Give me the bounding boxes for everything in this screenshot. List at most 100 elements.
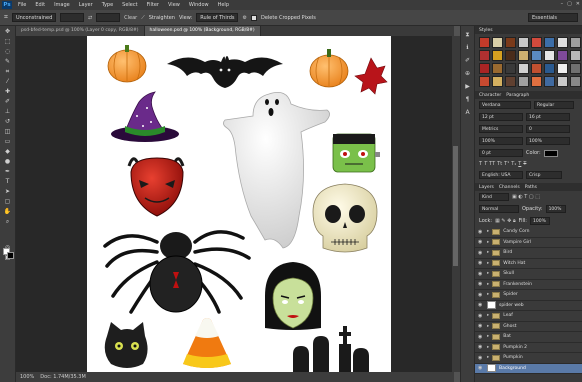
visibility-eye-icon[interactable]: ◉: [478, 323, 484, 329]
lock-icons[interactable]: ▦ ✎ ✥ 🔒︎: [495, 218, 516, 224]
visibility-eye-icon[interactable]: ◉: [478, 355, 484, 361]
lasso-tool-icon[interactable]: ◌: [3, 48, 13, 56]
kerning-field[interactable]: Metrics: [479, 125, 523, 133]
menu-image[interactable]: Image: [54, 2, 70, 8]
layers-tab[interactable]: Layers: [479, 185, 494, 190]
gear-icon[interactable]: ⚙: [242, 15, 246, 21]
crop-tool-icon[interactable]: ⌗: [3, 68, 13, 76]
style-swatch[interactable]: [557, 50, 568, 61]
layer-row[interactable]: ◉ Background: [475, 363, 582, 374]
type-tool-icon[interactable]: T: [3, 178, 13, 186]
style-swatch[interactable]: [479, 63, 490, 74]
eyedropper-tool-icon[interactable]: ⁄: [3, 78, 13, 86]
dodge-tool-icon[interactable]: ●: [3, 158, 13, 166]
layer-row[interactable]: ◉ spider web: [475, 301, 582, 311]
superscript-icon[interactable]: T¹: [504, 161, 509, 167]
underline-icon[interactable]: T: [518, 161, 521, 167]
properties-icon[interactable]: ℹ: [463, 43, 472, 52]
clear-button[interactable]: Clear: [124, 15, 137, 21]
crop-tool-icon[interactable]: ⌗: [4, 13, 8, 22]
blur-tool-icon[interactable]: ◆: [3, 148, 13, 156]
vertical-scale-field[interactable]: 100%: [479, 137, 523, 145]
eraser-tool-icon[interactable]: ◫: [3, 128, 13, 136]
expand-arrow-icon[interactable]: ▸: [487, 334, 489, 339]
menu-type[interactable]: Type: [102, 2, 113, 8]
move-tool-icon[interactable]: ✥: [3, 28, 13, 36]
workspace-select[interactable]: Essentials: [528, 13, 578, 22]
shape-tool-icon[interactable]: ▢: [3, 198, 13, 206]
layer-row[interactable]: ◉ ▸ Witch Hat: [475, 259, 582, 269]
visibility-eye-icon[interactable]: ◉: [478, 281, 484, 287]
crop-width-field[interactable]: [59, 13, 84, 22]
history-brush-icon[interactable]: ↺: [3, 118, 13, 126]
expand-arrow-icon[interactable]: ▸: [487, 271, 489, 276]
history-icon[interactable]: ⧗: [463, 30, 472, 39]
menu-filter[interactable]: Filter: [147, 2, 159, 8]
layer-row[interactable]: ◉ ▸ Skull: [475, 269, 582, 280]
menu-edit[interactable]: Edit: [35, 2, 45, 8]
character-tab[interactable]: Character: [479, 93, 501, 98]
scrollbar-thumb[interactable]: [453, 146, 458, 266]
language-select[interactable]: English: USA: [479, 171, 523, 179]
horizontal-scale-field[interactable]: 100%: [526, 137, 570, 145]
styles-tab[interactable]: Styles: [479, 28, 493, 33]
style-swatch[interactable]: [544, 63, 555, 74]
layer-row[interactable]: ◉ ▸ Leaf: [475, 311, 582, 322]
style-swatch[interactable]: [531, 50, 542, 61]
crop-height-field[interactable]: [96, 13, 121, 22]
menu-help[interactable]: Help: [218, 2, 229, 8]
expand-arrow-icon[interactable]: ▸: [487, 324, 489, 329]
close-button[interactable]: ✕: [576, 1, 580, 7]
opacity-field[interactable]: 100%: [545, 205, 566, 213]
swap-icon[interactable]: ⇄: [88, 15, 92, 21]
canvas-area[interactable]: [16, 36, 454, 372]
style-swatch[interactable]: [492, 50, 503, 61]
marquee-tool-icon[interactable]: ⬚: [3, 38, 13, 46]
leading-field[interactable]: 16 pt: [526, 113, 570, 121]
baseline-shift-field[interactable]: 0 pt: [479, 149, 523, 157]
crop-preset-select[interactable]: Unconstrained: [11, 13, 56, 22]
small-caps-icon[interactable]: Tt: [497, 161, 502, 167]
style-swatch[interactable]: [492, 76, 503, 87]
delete-cropped-checkbox[interactable]: [250, 14, 257, 21]
style-swatch[interactable]: [544, 76, 555, 87]
expand-arrow-icon[interactable]: ▸: [487, 282, 489, 287]
visibility-eye-icon[interactable]: ◉: [478, 313, 484, 319]
visibility-eye-icon[interactable]: ◉: [478, 292, 484, 298]
layer-row[interactable]: ◉ ▸ Pumpkin 2: [475, 343, 582, 353]
actions-icon[interactable]: ▶: [463, 82, 472, 91]
visibility-eye-icon[interactable]: ◉: [478, 302, 484, 308]
brush-presets-icon[interactable]: ✐: [463, 56, 472, 65]
visibility-eye-icon[interactable]: ◉: [478, 239, 484, 245]
zoom-level[interactable]: 100%: [20, 374, 34, 380]
expand-arrow-icon[interactable]: ▸: [487, 250, 489, 255]
style-swatch[interactable]: [518, 63, 529, 74]
filter-icons[interactable]: ▣ ◐ T ▢ ⬚: [512, 194, 540, 200]
style-swatch[interactable]: [544, 50, 555, 61]
style-swatch[interactable]: [557, 37, 568, 48]
all-caps-icon[interactable]: TT: [489, 161, 495, 167]
path-select-tool-icon[interactable]: ➤: [3, 188, 13, 196]
style-swatch[interactable]: [570, 63, 581, 74]
style-swatch[interactable]: [505, 76, 516, 87]
subscript-icon[interactable]: T₁: [511, 161, 516, 167]
clone-source-icon[interactable]: ⊕: [463, 69, 472, 78]
pen-tool-icon[interactable]: ✒: [3, 168, 13, 176]
maximize-button[interactable]: ▢: [567, 1, 572, 7]
menu-layer[interactable]: Layer: [79, 2, 93, 8]
menu-select[interactable]: Select: [122, 2, 137, 8]
brush-tool-icon[interactable]: ✐: [3, 98, 13, 106]
style-swatch[interactable]: [518, 76, 529, 87]
style-swatch[interactable]: [570, 50, 581, 61]
visibility-eye-icon[interactable]: ◉: [478, 260, 484, 266]
visibility-eye-icon[interactable]: ◉: [478, 229, 484, 235]
style-swatch[interactable]: [505, 50, 516, 61]
zoom-tool-icon[interactable]: ⌕: [3, 218, 13, 226]
expand-arrow-icon[interactable]: ▸: [487, 313, 489, 318]
expand-arrow-icon[interactable]: ▸: [487, 345, 489, 350]
layer-row[interactable]: ◉ ▸ Spider: [475, 290, 582, 301]
style-swatch[interactable]: [531, 76, 542, 87]
blend-mode-select[interactable]: Normal: [479, 205, 519, 213]
style-swatch[interactable]: [479, 37, 490, 48]
vertical-scrollbar[interactable]: [452, 36, 460, 372]
